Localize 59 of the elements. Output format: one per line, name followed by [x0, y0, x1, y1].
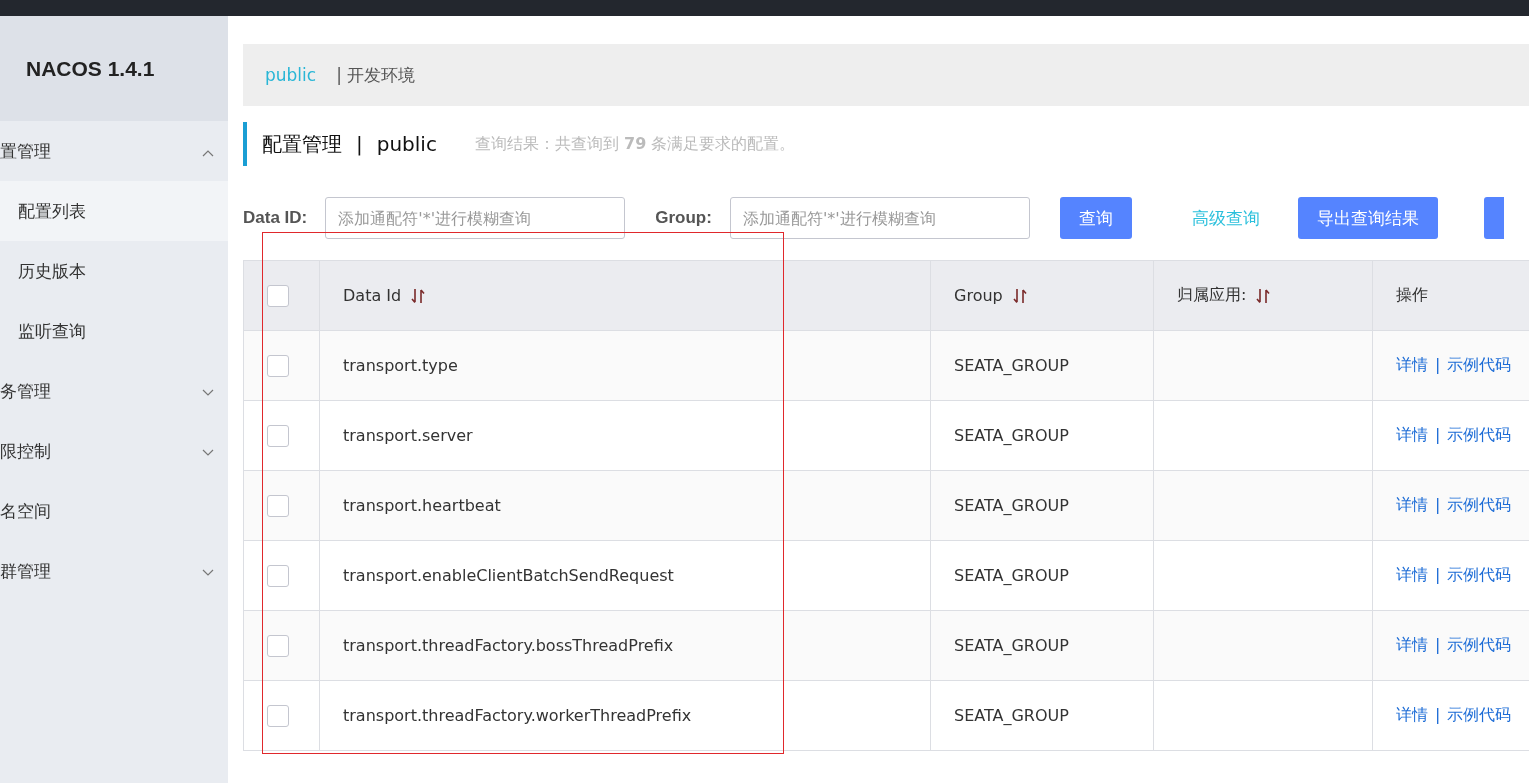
action-separator: | [1435, 565, 1441, 584]
group-cell: SEATA_GROUP [954, 636, 1069, 655]
sidebar-group-label[interactable]: 群管理 [0, 559, 51, 583]
group-field[interactable]: 添加通配符'*'进行模糊查询 [729, 197, 1030, 239]
action-link[interactable]: 详情 [1396, 635, 1428, 654]
action-link[interactable]: 示例代码 [1447, 355, 1512, 374]
data-id-cell: transport.threadFactory.workerThreadPrefix [343, 706, 692, 725]
column-header: 操作 [1396, 285, 1428, 304]
action-separator: | [1435, 635, 1441, 654]
action-separator: | [1435, 705, 1441, 724]
group-cell: SEATA_GROUP [954, 496, 1069, 515]
data-id-cell: transport.server [343, 426, 473, 445]
export-button[interactable]: 导出查询结果 [1297, 197, 1438, 239]
action-link[interactable]: 详情 [1396, 425, 1428, 444]
action-link[interactable]: 示例代码 [1447, 635, 1512, 654]
page-title: 配置管理 [262, 130, 342, 158]
namespace-name: public [376, 132, 437, 156]
action-link[interactable]: 详情 [1396, 355, 1428, 374]
sidebar-group[interactable]: 限控制 [0, 421, 228, 481]
field-label: Group: [655, 208, 712, 228]
action-separator: | [1435, 425, 1441, 444]
action-link[interactable]: 示例代码 [1447, 565, 1512, 584]
field-label: Data ID: [243, 208, 308, 228]
group-cell: SEATA_GROUP [954, 356, 1069, 375]
group-cell: SEATA_GROUP [954, 566, 1069, 585]
sidebar-group[interactable]: 置管理 [0, 121, 228, 181]
group-cell: SEATA_GROUP [954, 426, 1069, 445]
sidebar-group-label[interactable]: 置管理 [0, 139, 51, 163]
action-link[interactable]: 详情 [1396, 495, 1428, 514]
data-id-field[interactable]: 添加通配符'*'进行模糊查询 [325, 197, 626, 239]
sidebar-group-label[interactable]: 务管理 [0, 379, 51, 403]
title-separator: | [356, 132, 363, 156]
column-header: 归属应用: [1177, 285, 1247, 304]
action-separator: | [1435, 495, 1441, 514]
action-link[interactable]: 详情 [1396, 705, 1428, 724]
data-id-cell: transport.threadFactory.bossThreadPrefix [343, 636, 674, 655]
namespace-tab[interactable]: | 开发环境 [336, 63, 416, 87]
column-header: Group [954, 285, 1003, 305]
sidebar-group[interactable]: 名空间 [0, 481, 228, 541]
sidebar-group[interactable]: 务管理 [0, 361, 228, 421]
sidebar-item[interactable]: 监听查询 [0, 301, 228, 361]
result-summary: 查询结果：共查询到 79 条满足要求的配置。 [474, 133, 796, 155]
sidebar-group-label[interactable]: 名空间 [0, 499, 51, 523]
action-link[interactable]: 示例代码 [1447, 705, 1512, 724]
app-logo: NACOS 1.4.1 [0, 16, 228, 121]
sidebar-group-label[interactable]: 限控制 [0, 439, 51, 463]
data-id-cell: transport.enableClientBatchSendRequest [343, 566, 674, 585]
query-button[interactable]: 查询 [1059, 197, 1132, 239]
data-id-cell: transport.heartbeat [343, 496, 501, 515]
group-cell: SEATA_GROUP [954, 706, 1069, 725]
sidebar-item[interactable]: 历史版本 [0, 241, 228, 301]
action-link[interactable]: 示例代码 [1447, 425, 1512, 444]
action-separator: | [1435, 355, 1441, 374]
action-link[interactable]: 详情 [1396, 565, 1428, 584]
data-id-cell: transport.type [343, 356, 458, 375]
sidebar-group[interactable]: 群管理 [0, 541, 228, 601]
column-header: Data Id [343, 285, 402, 305]
action-link[interactable]: 示例代码 [1447, 495, 1512, 514]
sidebar-item[interactable]: 配置列表 [0, 181, 228, 241]
